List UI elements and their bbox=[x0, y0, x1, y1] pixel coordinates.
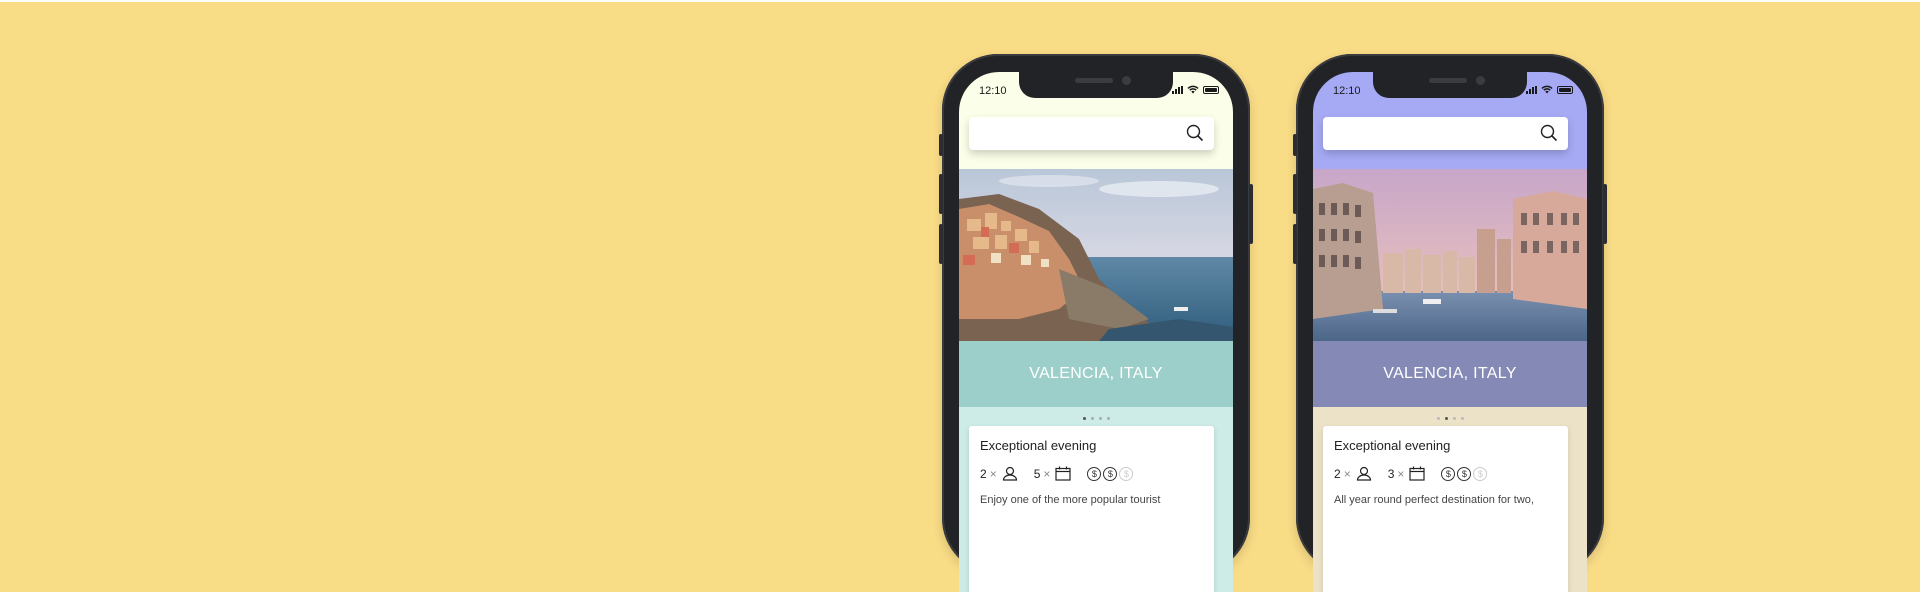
carousel-dot[interactable] bbox=[1106, 417, 1110, 420]
card-description: Enjoy one of the more popular tourist bbox=[980, 494, 1161, 506]
notch bbox=[1019, 72, 1173, 98]
guest-count: 2 bbox=[1334, 466, 1341, 481]
calendar-icon bbox=[1055, 466, 1072, 481]
phone-screen: 12:10 VALENCIA, ITALY Exceptional evenin… bbox=[1313, 72, 1587, 592]
status-icons bbox=[1172, 85, 1219, 94]
trip-card[interactable]: Exceptional evening 2 × 5 × $ $ $ Enjoy one … bbox=[969, 426, 1214, 592]
carousel-dot[interactable] bbox=[1082, 417, 1086, 420]
status-time: 12:10 bbox=[979, 85, 1007, 97]
card-description: All year round perfect destination for t… bbox=[1334, 494, 1534, 506]
phone-mockup-1: 12:10 VALENCIA, ITALY Exceptional evenin… bbox=[939, 54, 1253, 592]
person-icon bbox=[1356, 466, 1371, 481]
search-bar[interactable] bbox=[1323, 117, 1568, 150]
destination-banner[interactable]: VALENCIA, ITALY bbox=[1313, 341, 1587, 407]
wifi-icon bbox=[1541, 85, 1553, 94]
battery-icon bbox=[1557, 85, 1573, 94]
carousel-dot[interactable] bbox=[1444, 417, 1448, 420]
carousel-dots[interactable] bbox=[1313, 417, 1587, 420]
search-icon[interactable] bbox=[1540, 124, 1558, 142]
carousel-dot[interactable] bbox=[1452, 417, 1456, 420]
day-count: 3 bbox=[1387, 466, 1395, 481]
carousel-dot[interactable] bbox=[1460, 417, 1464, 420]
search-bar[interactable] bbox=[969, 117, 1214, 150]
lower-section: Exceptional evening 2 × 5 × $ $ $ Enjoy one … bbox=[959, 407, 1233, 592]
guest-count: 2 bbox=[980, 466, 987, 481]
wifi-icon bbox=[1187, 85, 1199, 94]
carousel-dot[interactable] bbox=[1436, 417, 1440, 420]
top-edge bbox=[0, 0, 1920, 2]
trip-details: 2 × 5 × $ $ $ bbox=[980, 466, 1134, 481]
dollar-coin-icon: $ bbox=[1087, 466, 1102, 481]
destination-banner[interactable]: VALENCIA, ITALY bbox=[959, 341, 1233, 407]
calendar-icon bbox=[1409, 466, 1426, 481]
signal-icon bbox=[1172, 85, 1183, 94]
notch bbox=[1373, 72, 1527, 98]
search-icon[interactable] bbox=[1186, 124, 1204, 142]
lower-section: Exceptional evening 2 × 3 × $ $ $ All year r… bbox=[1313, 407, 1587, 592]
phone-mockup-2: 12:10 VALENCIA, ITALY Exceptional evenin… bbox=[1293, 54, 1607, 592]
status-icons bbox=[1526, 85, 1573, 94]
carousel-dots[interactable] bbox=[959, 417, 1233, 420]
price-level: $ $ $ bbox=[1087, 466, 1134, 481]
trip-details: 2 × 3 × $ $ $ bbox=[1334, 466, 1488, 481]
dollar-coin-icon: $ bbox=[1119, 466, 1134, 481]
dollar-coin-icon: $ bbox=[1473, 466, 1488, 481]
price-level: $ $ $ bbox=[1441, 466, 1488, 481]
destination-photo bbox=[959, 169, 1233, 341]
carousel-dot[interactable] bbox=[1090, 417, 1094, 420]
dollar-coin-icon: $ bbox=[1103, 466, 1118, 481]
phone-screen: 12:10 VALENCIA, ITALY Exceptional evenin… bbox=[959, 72, 1233, 592]
person-icon bbox=[1002, 466, 1017, 481]
carousel-dot[interactable] bbox=[1098, 417, 1102, 420]
status-time: 12:10 bbox=[1333, 85, 1361, 97]
dollar-coin-icon: $ bbox=[1441, 466, 1456, 481]
dollar-coin-icon: $ bbox=[1457, 466, 1472, 481]
trip-card[interactable]: Exceptional evening 2 × 3 × $ $ $ All year r… bbox=[1323, 426, 1568, 592]
battery-icon bbox=[1203, 85, 1219, 94]
card-title: Exceptional evening bbox=[1334, 438, 1451, 453]
card-title: Exceptional evening bbox=[980, 438, 1097, 453]
signal-icon bbox=[1526, 85, 1537, 94]
day-count: 5 bbox=[1033, 466, 1041, 481]
destination-photo bbox=[1313, 169, 1587, 341]
